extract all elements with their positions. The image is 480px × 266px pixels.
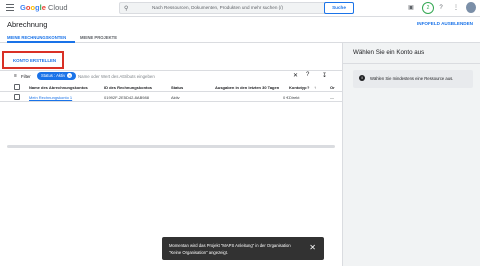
snackbar: Momentan wird das Projekt "MAPS Anleitun… xyxy=(162,237,324,260)
account-id: 01992F-2E5D42-8AB988 xyxy=(104,95,149,100)
tab-my-billing-accounts[interactable]: MEINE RECHNUNGSKONTEN xyxy=(7,35,66,40)
column-header[interactable]: ID des Rechnungskontos xyxy=(104,85,152,90)
filter-input[interactable]: Name oder Wert des Attributs eingeben xyxy=(78,74,155,79)
search-button[interactable]: Suche xyxy=(324,2,354,14)
column-header[interactable]: Or xyxy=(330,85,335,90)
create-account-label: KONTO ERSTELLEN xyxy=(13,58,57,63)
status-chip-label: Status : Aktiv xyxy=(41,73,66,78)
sort-arrow-icon[interactable]: ↑ xyxy=(314,85,316,90)
info-message: i Wählen Sie mindestens eine Ressource a… xyxy=(353,70,473,88)
filter-icon[interactable]: ≡ xyxy=(14,73,17,79)
download-icon[interactable]: ↧ xyxy=(322,72,327,79)
snackbar-message: Momentan wird das Projekt "MAPS Anleitun… xyxy=(169,243,291,255)
avatar[interactable] xyxy=(466,2,476,13)
select-all-checkbox[interactable] xyxy=(14,84,20,90)
account-name-link[interactable]: Mein Rechnungskonto 1 xyxy=(29,95,72,100)
help-icon[interactable]: ? xyxy=(307,85,309,90)
remove-chip-icon[interactable]: × xyxy=(67,73,73,78)
column-header[interactable]: Kontotyp xyxy=(289,85,307,90)
row-checkbox[interactable] xyxy=(14,94,20,100)
column-header[interactable]: Status xyxy=(171,85,183,90)
info-message-text: Wählen Sie mindestens eine Ressource aus… xyxy=(370,76,454,81)
create-account-button[interactable]: KONTO ERSTELLEN xyxy=(2,51,64,69)
menu-icon[interactable] xyxy=(6,4,14,12)
table-row: Mein Rechnungskonto 1 01992F-2E5D42-8AB9… xyxy=(0,92,342,102)
more-vert-icon[interactable]: ⋮ xyxy=(452,4,460,12)
info-icon: i xyxy=(359,75,365,81)
account-org: — xyxy=(330,95,334,100)
search-placeholder[interactable]: Nach Ressourcen, Dokumenten, Produkten u… xyxy=(152,5,283,10)
column-header[interactable]: Ausgaben in den letzten 30 Tagen xyxy=(215,85,279,90)
status-filter-chip[interactable]: Status : Aktiv × xyxy=(37,72,77,80)
column-header[interactable]: Name des Abrechnungskontos xyxy=(29,85,88,90)
clear-filter-icon[interactable]: ✕ xyxy=(293,72,298,79)
horizontal-scrollbar[interactable] xyxy=(7,145,335,148)
info-panel: Wählen Sie ein Konto aus i Wählen Sie mi… xyxy=(342,43,480,266)
search-icon: ⚲ xyxy=(124,6,129,12)
close-icon[interactable]: ✕ xyxy=(309,243,316,252)
account-type: Direkt xyxy=(289,95,300,100)
tab-bar: MEINE RECHNUNGSKONTEN MEINE PROJEKTE xyxy=(0,32,480,43)
table-header: Name des Abrechnungskontos ID des Rechnu… xyxy=(0,82,342,92)
hide-info-panel-button[interactable]: INFOFELD AUSBLENDEN xyxy=(417,21,473,26)
help-icon[interactable]: ? xyxy=(306,72,309,78)
divider xyxy=(343,63,480,64)
top-app-bar: Google Cloud ⚲ Nach Ressourcen, Dokument… xyxy=(0,0,480,17)
search-bar[interactable]: ⚲ Nach Ressourcen, Dokumenten, Produkten… xyxy=(119,2,354,14)
account-spend: 0 € xyxy=(283,95,289,100)
filter-label: Filter xyxy=(21,74,31,79)
page-header: Abrechnung INFOFELD AUSBLENDEN xyxy=(0,17,480,32)
filter-bar: ≡ Filter Status : Aktiv × Name oder Wert … xyxy=(0,71,342,82)
tab-my-projects[interactable]: MEINE PROJEKTE xyxy=(80,35,117,40)
main-content: KONTO ERSTELLEN ≡ Filter Status : Aktiv ×… xyxy=(0,43,342,266)
cloud-label: Cloud xyxy=(47,3,68,12)
info-panel-title: Wählen Sie ein Konto aus xyxy=(353,49,425,56)
page-title: Abrechnung xyxy=(7,20,48,29)
gift-badge[interactable]: 2 xyxy=(422,2,434,14)
google-cloud-logo[interactable]: Google Cloud xyxy=(20,3,68,12)
console-icon[interactable]: ▣ xyxy=(407,4,415,12)
help-icon[interactable]: ? xyxy=(437,4,445,12)
account-status: Aktiv xyxy=(171,95,180,100)
